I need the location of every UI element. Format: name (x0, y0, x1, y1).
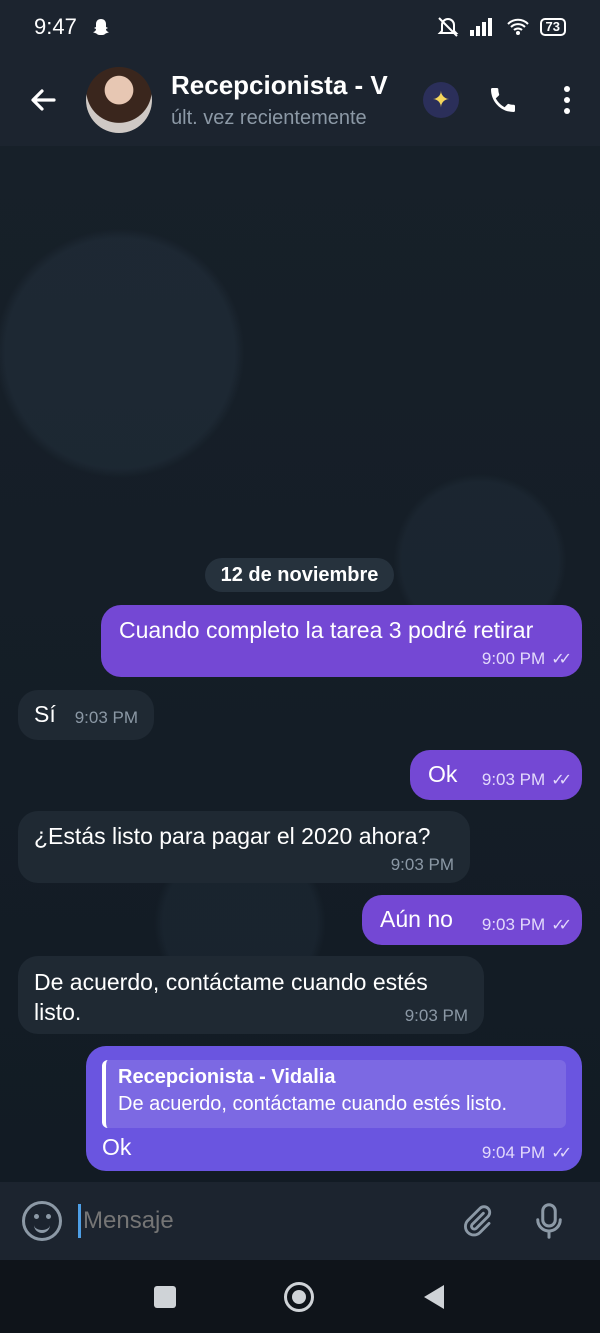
message-text-line: listo. (34, 999, 82, 1025)
attach-button[interactable] (457, 1201, 497, 1241)
message-text: De acuerdo, contáctame cuando estés list… (34, 967, 428, 1027)
message-time: 9:00 PM (481, 649, 546, 668)
read-receipt-icon: ✓✓ (551, 917, 572, 934)
message-meta: 9:00 PM ✓✓ (481, 649, 572, 669)
message-time: 9:03 PM (404, 1006, 468, 1025)
home-dot-icon (292, 1289, 306, 1304)
home-button[interactable] (284, 1281, 314, 1312)
message-time: 9:03 PM (390, 855, 454, 874)
message-composer (0, 1182, 600, 1260)
battery-indicator: 73 (539, 18, 566, 36)
message-time: 9:03 PM (74, 708, 138, 727)
chat-area[interactable]: 12 de noviembre Cuando completo la tarea… (0, 146, 600, 1182)
dot-icon (564, 108, 570, 114)
mute-icon (437, 17, 458, 37)
message-time: 9:03 PM (481, 770, 546, 789)
outgoing-message[interactable]: Aún no 9:03 PM ✓✓ (362, 895, 582, 945)
chat-title: Recepcionista - V (171, 70, 388, 100)
message-text: Aún no (380, 906, 453, 932)
chat-header: Recepcionista - V últ. vez recientemente… (0, 54, 600, 146)
message-time: 9:04 PM (481, 1143, 546, 1162)
back-arrow-icon (31, 89, 56, 111)
reply-author: Recepcionista - Vidalia (118, 1066, 336, 1088)
microphone-icon (536, 1203, 562, 1239)
message-text-line: De acuerdo, contáctame cuando estés (34, 969, 428, 995)
message-text: Ok (102, 1134, 132, 1160)
signal-icon (469, 18, 492, 36)
outgoing-reply-message[interactable]: Recepcionista - Vidalia De acuerdo, cont… (86, 1046, 582, 1171)
message-meta: 9:03 PM (391, 855, 454, 875)
contact-avatar[interactable] (86, 67, 152, 133)
back-button[interactable] (0, 54, 86, 146)
message-text: Sí (34, 701, 56, 727)
more-options-button[interactable] (557, 80, 577, 120)
emoji-button[interactable] (22, 1201, 62, 1241)
recents-button[interactable] (154, 1285, 176, 1308)
dot-icon (564, 97, 570, 103)
text-cursor (78, 1204, 81, 1238)
wifi-icon (506, 18, 529, 35)
snapchat-icon (92, 19, 109, 35)
message-text: Ok (428, 761, 458, 787)
dot-icon (564, 86, 570, 92)
message-meta: 9:03 PM ✓✓ (481, 770, 572, 790)
read-receipt-icon: ✓✓ (551, 772, 572, 789)
paperclip-icon (464, 1205, 492, 1237)
outgoing-message[interactable]: Cuando completo la tarea 3 podré retirar… (101, 605, 582, 677)
status-time: 9:47 (34, 14, 77, 39)
last-seen-status: últ. vez recientemente (171, 107, 367, 129)
message-input[interactable] (83, 1207, 443, 1235)
contact-info[interactable]: Recepcionista - V últ. vez recientemente (171, 70, 421, 130)
incoming-message[interactable]: ¿Estás listo para pagar el 2020 ahora? 9… (18, 811, 470, 883)
message-meta: 9:03 PM (405, 1006, 468, 1026)
message-meta: 9:04 PM ✓✓ (481, 1143, 572, 1163)
microphone-button[interactable] (529, 1201, 569, 1241)
reply-text: De acuerdo, contáctame cuando estés list… (118, 1093, 508, 1115)
sparkle-icon: ✦ (423, 82, 459, 118)
phone-icon (491, 88, 515, 112)
message-text: Cuando completo la tarea 3 podré retirar (119, 617, 534, 643)
read-receipt-icon: ✓✓ (551, 1145, 572, 1162)
status-bar: 9:47 73 (0, 0, 600, 54)
incoming-message[interactable]: De acuerdo, contáctame cuando estés list… (18, 956, 484, 1034)
outgoing-message[interactable]: Ok 9:03 PM ✓✓ (410, 750, 582, 800)
incoming-message[interactable]: Sí 9:03 PM (18, 690, 154, 740)
date-separator: 12 de noviembre (205, 558, 394, 592)
reply-quote[interactable]: Recepcionista - Vidalia De acuerdo, cont… (102, 1060, 566, 1128)
message-text: ¿Estás listo para pagar el 2020 ahora? (34, 823, 431, 849)
system-navigation-bar (0, 1260, 600, 1333)
read-receipt-icon: ✓✓ (551, 651, 572, 668)
call-button[interactable] (483, 80, 523, 120)
message-meta: 9:03 PM ✓✓ (481, 915, 572, 935)
message-time: 9:03 PM (481, 915, 546, 934)
back-triangle-button[interactable] (422, 1284, 446, 1310)
message-meta: 9:03 PM (75, 708, 138, 728)
